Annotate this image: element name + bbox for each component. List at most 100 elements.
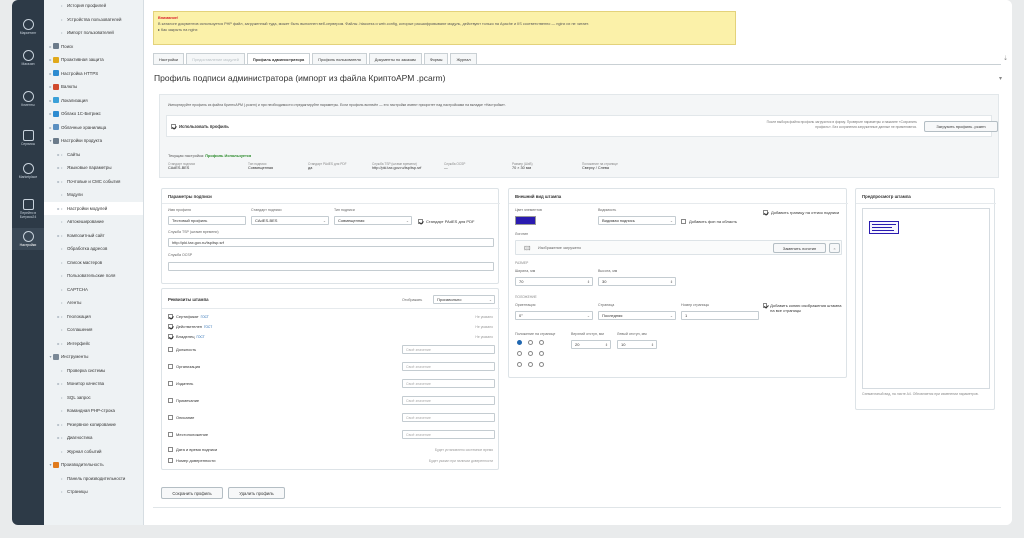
menu-item[interactable]: • Пользовательские поля — [44, 269, 143, 283]
anchor-radio[interactable] — [517, 362, 522, 367]
requisite-row[interactable]: Владелец ГОСТ — [168, 334, 205, 339]
menu-item[interactable]: ▸ Проактивная защита — [44, 53, 143, 67]
page-select[interactable]: Последняя ⌄ — [598, 311, 676, 320]
stepper-icon[interactable]: ⇕ — [651, 343, 654, 347]
menu-item[interactable]: • SQL запрос — [44, 391, 143, 405]
anchor-radio[interactable] — [539, 340, 544, 345]
leftbar-item-2[interactable]: Клиенты — [12, 88, 44, 110]
requisite-checkbox[interactable] — [168, 334, 173, 339]
requisite-row[interactable]: Должность — [168, 347, 196, 352]
menu-item[interactable]: • Страницы — [44, 485, 143, 499]
menu-item[interactable]: • Соглашения — [44, 323, 143, 337]
warning-link[interactable]: ▸ Как закрыть на nginx — [158, 27, 731, 33]
requisite-checkbox[interactable] — [168, 364, 173, 369]
requisite-checkbox[interactable] — [168, 324, 173, 329]
replace-logo-button[interactable]: Заменить логотип — [773, 243, 826, 253]
menu-item[interactable]: ▸ Облако 1С-Битрикс — [44, 107, 143, 121]
requisite-checkbox[interactable] — [168, 398, 173, 403]
requisite-row[interactable]: Действителен ГОСТ — [168, 324, 212, 329]
ocsp-input[interactable] — [168, 262, 494, 271]
menu-item[interactable]: ▸ • Композитный сайт — [44, 229, 143, 243]
leftbar-item-6[interactable]: Настройки — [12, 228, 44, 250]
requisite-row[interactable]: Местоположение — [168, 432, 208, 437]
requisite-input[interactable]: Своё значение — [402, 396, 495, 405]
stepper-icon[interactable]: ⇕ — [670, 280, 673, 284]
left-offset-input[interactable]: 10 ⇕ — [617, 340, 657, 349]
menu-item[interactable]: • Модули — [44, 188, 143, 202]
requisite-input[interactable]: Своё значение — [402, 379, 495, 388]
menu-item[interactable]: ▸ Облачные хранилища — [44, 121, 143, 135]
leftbar-item-4[interactable]: Marketplace — [12, 160, 44, 182]
requisite-checkbox[interactable] — [168, 415, 173, 420]
visibility-select[interactable]: Видимая подпись ⌄ — [598, 216, 676, 225]
requisite-checkbox[interactable] — [168, 447, 173, 452]
menu-item[interactable]: ▸ Валюты — [44, 80, 143, 94]
tab-5[interactable]: Формы — [423, 53, 449, 64]
tab-3[interactable]: Профиль пользователя — [312, 53, 367, 64]
remove-logo-button[interactable]: × — [829, 243, 840, 253]
menu-item[interactable]: • Импорт пользователей — [44, 26, 143, 40]
stepper-icon[interactable]: ⇕ — [605, 343, 608, 347]
requisite-checkbox[interactable] — [168, 347, 173, 352]
menu-item[interactable]: ▸ • Геолокация — [44, 310, 143, 324]
menu-item[interactable]: ▸ • Диагностика — [44, 431, 143, 445]
tsp-input[interactable]: http://pki.tax.gov.ru/tsp/tsp.srf — [168, 238, 494, 247]
menu-item[interactable]: ▸ • Настройки модулей — [44, 201, 143, 215]
requisite-input[interactable]: Своё значение — [402, 413, 495, 422]
copy-row[interactable]: Добавить копию изображения штампа на все… — [763, 303, 845, 313]
anchor-radio[interactable] — [517, 340, 522, 345]
menu-item[interactable]: ▸ • Почтовые и СМС события — [44, 175, 143, 189]
use-profile-checkbox[interactable] — [171, 124, 176, 129]
copy-checkbox[interactable] — [763, 303, 768, 308]
menu-item[interactable]: • CAPTCHA — [44, 283, 143, 297]
anchor-radio[interactable] — [517, 351, 522, 356]
tab-4[interactable]: Документы по заказам — [368, 53, 422, 64]
save-profile-button[interactable]: Сохранить профиль — [161, 487, 223, 499]
show-select[interactable]: Произвольно ⌄ — [433, 295, 495, 304]
type-select[interactable]: Совмещенная ⌄ — [334, 216, 412, 225]
requisite-row[interactable]: Издатель — [168, 381, 193, 386]
menu-item[interactable]: ▾ Инструменты — [44, 350, 143, 364]
anchor-radio[interactable] — [539, 351, 544, 356]
menu-item[interactable]: • Устройства пользователей — [44, 13, 143, 27]
requisite-checkbox[interactable] — [168, 432, 173, 437]
menu-item[interactable]: • Обработка адресов — [44, 242, 143, 256]
menu-item[interactable]: • Журнал событий — [44, 445, 143, 459]
border-row[interactable]: Добавить границу на оттиск подписи — [763, 210, 845, 215]
requisite-row[interactable]: Описание — [168, 415, 194, 420]
std-select[interactable]: CAdES-BES ⌄ — [251, 216, 329, 225]
anchor-radio[interactable] — [528, 351, 533, 356]
requisite-input[interactable]: Своё значение — [402, 362, 495, 371]
menu-item[interactable]: • Панель производительности — [44, 472, 143, 486]
leftbar-item-0[interactable]: Маркетинг — [12, 16, 44, 38]
tab-0[interactable]: Настройки — [153, 53, 185, 64]
menu-item[interactable]: ▸ • Монитор качества — [44, 377, 143, 391]
pades-checkbox[interactable] — [418, 219, 423, 224]
border-checkbox[interactable] — [763, 210, 768, 215]
tab-2[interactable]: Профиль администратора — [246, 53, 311, 64]
use-profile-row[interactable]: Использовать профиль — [171, 124, 229, 129]
leftbar-item-3[interactable]: Сервисы — [12, 127, 44, 149]
requisite-input[interactable]: Своё значение — [402, 430, 495, 439]
menu-item[interactable]: • Список мастеров — [44, 256, 143, 270]
menu-item[interactable]: ▸ • Резервное копирование — [44, 418, 143, 432]
bg-checkbox[interactable] — [681, 219, 686, 224]
orient-select[interactable]: 0° ⌄ — [515, 311, 593, 320]
profile-name-input[interactable]: Тестовый профиль — [168, 216, 246, 225]
anchor-radio[interactable] — [539, 362, 544, 367]
tab-6[interactable]: Журнал — [450, 53, 477, 64]
stepper-icon[interactable]: ⇕ — [587, 280, 590, 284]
requisite-input[interactable]: Своё значение — [402, 345, 495, 354]
bg-row[interactable]: Добавить фон на область — [681, 219, 737, 224]
anchor-radio[interactable] — [528, 362, 533, 367]
menu-item[interactable]: ▸ Настройка HTTPS — [44, 67, 143, 81]
color-swatch[interactable] — [515, 216, 536, 225]
menu-item[interactable]: ▸ Локализация — [44, 94, 143, 108]
menu-item[interactable]: ▾ Настройки продукта — [44, 134, 143, 148]
leftbar-item-5[interactable]: Перейти в Битрикс24 — [12, 196, 44, 222]
requisite-row[interactable]: Примечание — [168, 398, 199, 403]
menu-item[interactable]: ▾ Производительность — [44, 458, 143, 472]
scroll-arrow-icon[interactable]: ⇣ — [1003, 55, 1008, 62]
requisite-checkbox[interactable] — [168, 314, 173, 319]
requisite-checkbox[interactable] — [168, 458, 173, 463]
